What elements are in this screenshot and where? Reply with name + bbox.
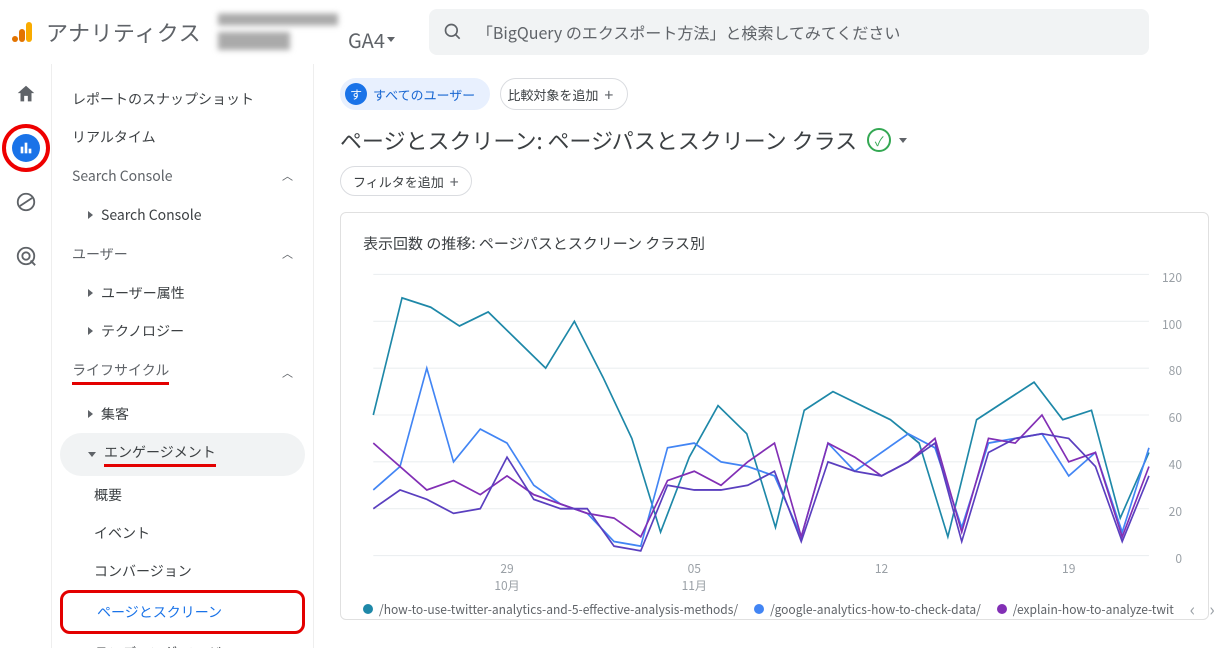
chip-all-users[interactable]: す すべてのユーザー: [340, 78, 490, 110]
sidebar-section-search-console[interactable]: Search Console ︿: [60, 156, 305, 196]
sidebar-item-technology[interactable]: テクノロジー: [60, 312, 305, 350]
chevron-down-icon[interactable]: [899, 138, 907, 143]
sidebar-item-realtime[interactable]: リアルタイム: [60, 118, 305, 156]
sidebar-item-overview[interactable]: 概要: [60, 476, 305, 514]
chip-badge-icon: す: [345, 83, 367, 105]
chevron-right-icon[interactable]: ›: [1209, 596, 1214, 622]
chevron-down-icon: [387, 37, 395, 42]
chip-add-compare[interactable]: 比較対象を追加 +: [500, 78, 628, 110]
reports-icon[interactable]: [12, 134, 40, 162]
property-upper: ██████████: [218, 11, 338, 28]
triangle-right-icon: [88, 211, 93, 219]
audience-chip-row: す すべてのユーザー 比較対象を追加 +: [340, 78, 1231, 110]
analytics-logo-icon: [12, 20, 36, 44]
title-row: ページとスクリーン: ページパスとスクリーン クラス ✓: [340, 124, 1231, 156]
check-circle-icon[interactable]: ✓: [867, 128, 891, 152]
sidebar-item-snapshot[interactable]: レポートのスナップショット: [60, 80, 305, 118]
property-lower: ████: [218, 28, 338, 54]
app-header: アナリティクス ██████████ ████ GA4 「BigQuery のエ…: [0, 0, 1231, 64]
legend-pagination: ‹ ›: [1190, 596, 1219, 622]
sidebar-item-events[interactable]: イベント: [60, 514, 305, 552]
icon-rail: [0, 64, 52, 648]
legend-item-3[interactable]: /explain-how-to-analyze-twit: [997, 601, 1174, 618]
sidebar-item-user-attr[interactable]: ユーザー属性: [60, 274, 305, 312]
chart-card: 表示回数 の推移: ページパスとスクリーン クラス別 0204060801001…: [340, 212, 1209, 620]
sidebar-section-lifecycle[interactable]: ライフサイクル ︿: [60, 350, 305, 395]
triangle-down-icon: [88, 452, 96, 457]
line-chart[interactable]: 020406080100120: [363, 270, 1186, 560]
product-name: アナリティクス: [46, 16, 201, 48]
chevron-up-icon: ︿: [282, 365, 293, 381]
triangle-right-icon: [88, 410, 93, 418]
advertising-icon[interactable]: [12, 242, 40, 270]
search-icon: [443, 22, 463, 42]
triangle-right-icon: [88, 289, 93, 297]
sidebar-item-landing[interactable]: ランディング ページ: [60, 634, 305, 648]
chevron-up-icon: ︿: [282, 168, 293, 184]
sidebar-item-engagement[interactable]: エンゲージメント: [60, 433, 305, 476]
page-title: ページとスクリーン: ページパスとスクリーン クラス: [340, 124, 857, 156]
search-box[interactable]: 「BigQuery のエクスポート方法」と検索してみてください: [429, 9, 1149, 55]
explore-icon[interactable]: [12, 188, 40, 216]
plus-icon: +: [604, 82, 613, 106]
plus-icon: +: [450, 169, 459, 193]
main-content: す すべてのユーザー 比較対象を追加 + ページとスクリーン: ページパスとスク…: [314, 64, 1231, 648]
search-placeholder: 「BigQuery のエクスポート方法」と検索してみてください: [477, 20, 901, 44]
ga4-label[interactable]: GA4: [348, 25, 395, 54]
legend-item-1[interactable]: /how-to-use-twitter-analytics-and-5-effe…: [363, 601, 738, 618]
triangle-right-icon: [88, 327, 93, 335]
sidebar-item-conversions[interactable]: コンバージョン: [60, 552, 305, 590]
sidebar-section-user[interactable]: ユーザー ︿: [60, 234, 305, 274]
home-icon[interactable]: [12, 80, 40, 108]
sidebar-item-pages-screens[interactable]: ページとスクリーン: [60, 590, 305, 634]
property-selector[interactable]: ██████████ ████: [218, 11, 338, 54]
sidebar-item-acquisition[interactable]: 集客: [60, 395, 305, 433]
chart-legend: /how-to-use-twitter-analytics-and-5-effe…: [363, 592, 1186, 622]
legend-item-2[interactable]: /google-analytics-how-to-check-data/: [754, 601, 981, 618]
chart-title: 表示回数 の推移: ページパスとスクリーン クラス別: [363, 233, 1186, 254]
chevron-up-icon: ︿: [282, 246, 293, 262]
add-filter-chip[interactable]: フィルタを追加 +: [340, 166, 472, 196]
report-nav-sidebar: レポートのスナップショット リアルタイム Search Console ︿ Se…: [52, 64, 314, 648]
x-axis-labels: 2910月0511月1219: [363, 560, 1186, 592]
sidebar-item-search-console[interactable]: Search Console: [60, 196, 305, 234]
logo-area: アナリティクス: [12, 16, 202, 48]
chevron-left-icon[interactable]: ‹: [1190, 596, 1195, 622]
